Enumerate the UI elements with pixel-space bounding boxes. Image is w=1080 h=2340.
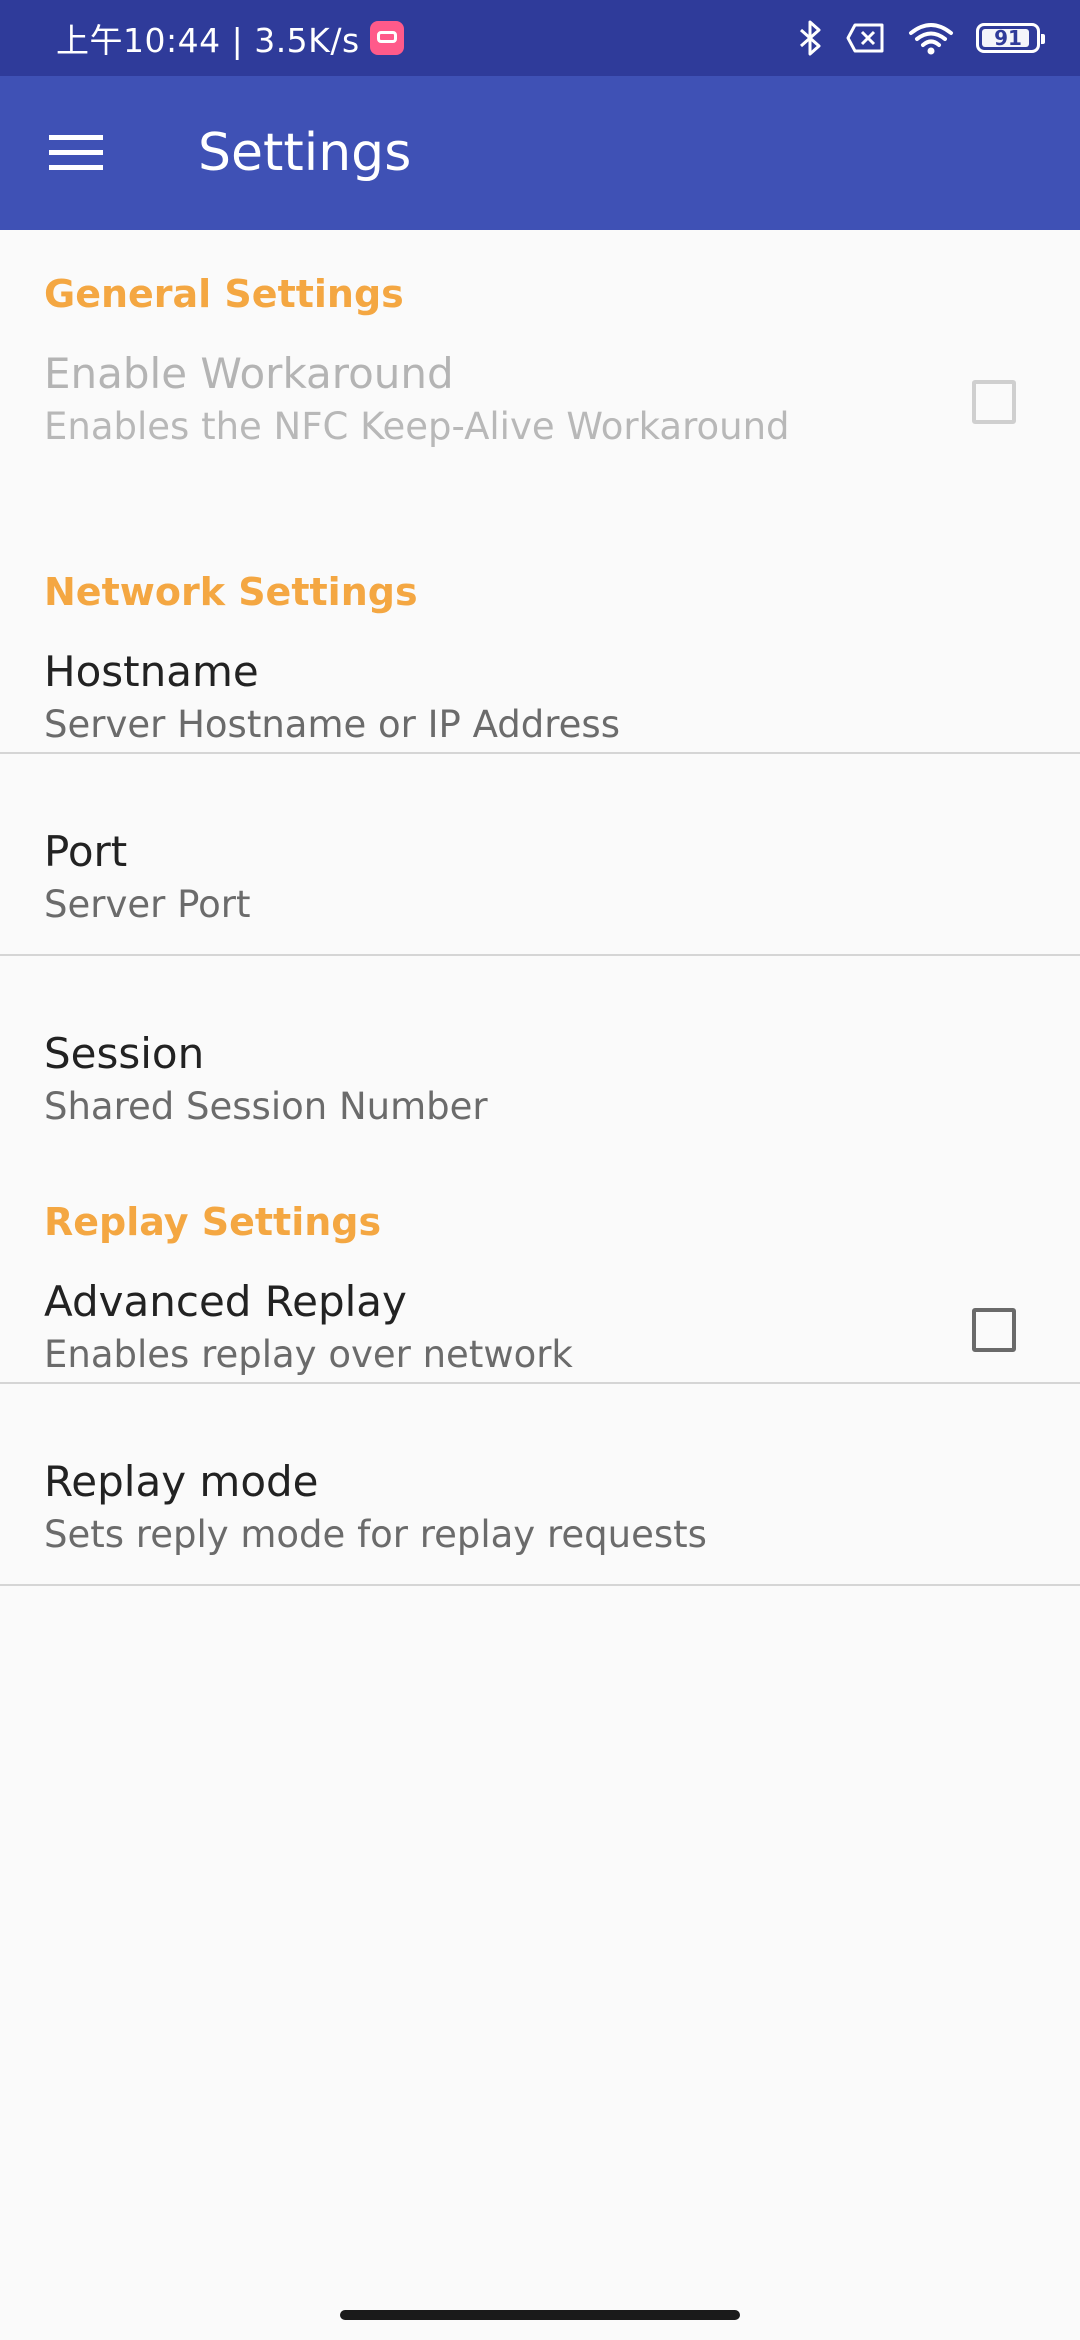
divider xyxy=(0,1584,1080,1586)
pref-summary: Enables replay over network xyxy=(44,1333,573,1376)
pref-port[interactable]: Port Server Port xyxy=(0,754,1080,954)
battery-icon: 91 xyxy=(976,23,1045,53)
pref-title: Port xyxy=(44,827,128,876)
status-left: 上午10:44 | 3.5K/s xyxy=(56,0,404,76)
pref-replay-mode[interactable]: Replay mode Sets reply mode for replay r… xyxy=(0,1384,1080,1584)
pref-title: Enable Workaround xyxy=(44,349,454,398)
category-general-settings: General Settings xyxy=(44,272,404,316)
pref-enable-workaround[interactable]: Enable Workaround Enables the NFC Keep-A… xyxy=(0,326,1080,528)
pref-summary: Shared Session Number xyxy=(44,1085,488,1128)
gesture-navigation-bar[interactable] xyxy=(340,2310,740,2320)
pref-summary: Server Hostname or IP Address xyxy=(44,703,620,746)
settings-screen: 上午10:44 | 3.5K/s 91 Settings General Set… xyxy=(0,0,1080,2340)
page-title: Settings xyxy=(198,123,412,183)
pref-session[interactable]: Session Shared Session Number xyxy=(0,956,1080,1158)
bluetooth-icon xyxy=(798,20,824,56)
status-right: 91 xyxy=(798,0,1045,76)
status-bar: 上午10:44 | 3.5K/s 91 xyxy=(0,0,1080,76)
pref-advanced-replay[interactable]: Advanced Replay Enables replay over netw… xyxy=(0,1254,1080,1382)
hamburger-menu-icon[interactable] xyxy=(44,121,108,185)
pref-hostname[interactable]: Hostname Server Hostname or IP Address xyxy=(0,624,1080,752)
enable-workaround-checkbox[interactable] xyxy=(972,380,1016,424)
pref-title: Session xyxy=(44,1029,205,1078)
status-time-speed: 上午10:44 | 3.5K/s xyxy=(56,21,360,60)
battery-level: 91 xyxy=(994,26,1022,50)
pref-summary: Enables the NFC Keep-Alive Workaround xyxy=(44,405,790,448)
pref-title: Hostname xyxy=(44,647,259,696)
advanced-replay-checkbox[interactable] xyxy=(972,1308,1016,1352)
pref-summary: Server Port xyxy=(44,883,251,926)
category-network-settings: Network Settings xyxy=(44,570,418,614)
pref-summary: Sets reply mode for replay requests xyxy=(44,1513,707,1556)
no-sim-icon xyxy=(846,22,886,54)
preferences-list: General Settings Enable Workaround Enabl… xyxy=(0,230,1080,1586)
app-notification-icon xyxy=(369,21,404,55)
app-bar: Settings xyxy=(0,76,1080,230)
pref-title: Replay mode xyxy=(44,1457,319,1506)
wifi-icon xyxy=(908,21,954,55)
pref-title: Advanced Replay xyxy=(44,1277,407,1326)
category-replay-settings: Replay Settings xyxy=(44,1200,382,1244)
